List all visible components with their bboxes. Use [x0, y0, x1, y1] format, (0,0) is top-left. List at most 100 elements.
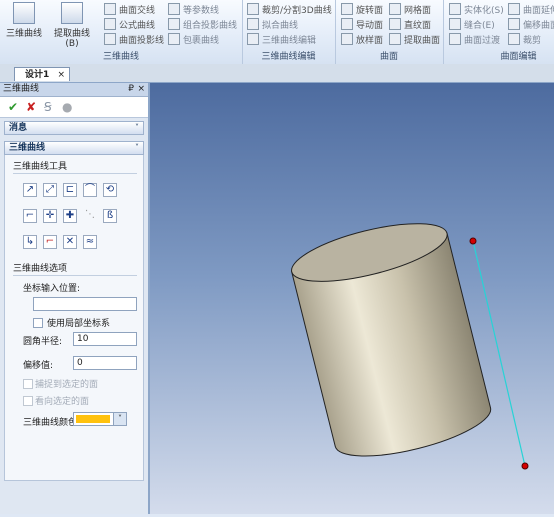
surface-intersection-button[interactable]: 曲面交线 [104, 3, 155, 17]
surface-projection-button[interactable]: 曲面投影线 [104, 33, 164, 47]
offset-surface-button[interactable]: 偏移曲面 [508, 18, 554, 32]
fit-curve-button[interactable]: 拟合曲线 [247, 18, 298, 32]
point-tool-icon[interactable]: ✛ [43, 209, 57, 223]
mesh-surface-button[interactable]: 网格面 [389, 3, 431, 17]
view-face-label: 看向选定的面 [35, 397, 90, 407]
snap-to-face-label: 捕捉到选定的面 [35, 380, 99, 390]
arc-tool-icon[interactable]: ⌒ [83, 183, 97, 197]
ribbon-group-label: 曲面 [379, 52, 398, 62]
divider [13, 173, 137, 174]
chevron-down-icon: ˅ [135, 123, 139, 132]
polyline-tool-icon[interactable]: ⊏ [63, 183, 77, 197]
iso-param-icon [168, 3, 180, 15]
close-tab-icon[interactable]: × [57, 68, 65, 82]
chevron-down-icon[interactable]: ˅ [113, 413, 126, 425]
project-tool-icon[interactable]: ↳ [23, 235, 37, 249]
intersection-icon [104, 3, 116, 15]
3d-viewport[interactable] [150, 83, 554, 514]
fit-curve-icon [247, 18, 259, 30]
extract-curve-icon [61, 2, 83, 24]
cylinder-solid[interactable] [286, 212, 495, 468]
spline-tool-icon[interactable]: ß [103, 209, 117, 223]
ribbon-group-curve-edit: 裁剪/分割3D曲线 拟合曲线 三维曲线编辑 三维曲线编辑 [242, 0, 336, 64]
trim-split-curve-button[interactable]: 裁剪/分割3D曲线 [247, 3, 332, 17]
wrap-icon [168, 33, 180, 45]
sweep-surface-button[interactable]: 导动面 [341, 18, 383, 32]
revolve-surface-button[interactable]: 旋转面 [341, 3, 383, 17]
iso-parameter-button[interactable]: 等参数线 [168, 3, 219, 17]
message-section-header[interactable]: 消息 ˅ [4, 121, 144, 135]
close-panel-icon[interactable]: × [137, 83, 145, 96]
use-local-cs-checkbox[interactable] [33, 318, 43, 328]
ok-icon[interactable]: ✔ [8, 100, 18, 114]
sweep-icon [341, 18, 353, 30]
help-icon[interactable]: ● [62, 100, 72, 114]
tab-design-1[interactable]: 设计1 × [14, 67, 70, 81]
edit-curve-button[interactable]: 三维曲线编辑 [247, 33, 316, 47]
segment-tool-icon[interactable]: ⤢ [43, 183, 57, 197]
scissors-icon [508, 33, 520, 45]
options-group-label: 三维曲线选项 [13, 264, 68, 274]
offset-curve-tool-icon[interactable]: ⌐ [43, 235, 57, 249]
pin-icon[interactable]: ₽ [128, 83, 134, 96]
3d-curve-section-header[interactable]: 三维曲线 ˅ [4, 141, 144, 155]
extract-surface-button[interactable]: 提取曲面 [389, 33, 440, 47]
trim-surface-button[interactable]: 裁剪 [508, 33, 541, 47]
wrap-curve-button[interactable]: 包裹曲线 [168, 33, 219, 47]
extend-icon [508, 3, 520, 15]
solidify-icon [449, 3, 461, 15]
document-tab-strip: 设计1 × [0, 64, 554, 83]
ribbon-group-surface: 旋转面 导动面 放样面 网格面 直纹面 提取曲面 曲面 [335, 0, 444, 64]
chevron-up-icon: ˅ [135, 143, 139, 152]
trim-tool-icon[interactable]: ✕ [63, 235, 77, 249]
view-face-checkbox[interactable] [23, 396, 33, 406]
surface-blend-button[interactable]: 曲面过渡 [449, 33, 500, 47]
curve-start-point[interactable] [469, 237, 477, 245]
ribbon-group-label: 三维曲线 [102, 52, 139, 62]
ribbon-group-3d-curve: 三维曲线 提取曲线(B) 曲面交线 公式曲线 曲面投影线 等参数线 组合投影曲线… [0, 0, 243, 64]
coord-input-field[interactable] [33, 297, 137, 311]
curve-color-picker[interactable]: ˅ [73, 412, 127, 426]
mesh-icon [389, 3, 401, 15]
3d-scene[interactable] [150, 83, 554, 514]
offset-icon [508, 18, 520, 30]
3d-curve-line[interactable] [472, 240, 526, 467]
edit-tool-icon[interactable]: ≈ [83, 235, 97, 249]
formula-curve-button[interactable]: 公式曲线 [104, 18, 155, 32]
panel-title: 三维曲线 [3, 84, 40, 94]
dotted-line-tool-icon[interactable]: ⋱ [83, 209, 97, 223]
fillet-tool-icon[interactable]: ⌐ [23, 209, 37, 223]
stitch-icon [449, 18, 461, 30]
3d-curve-icon [13, 2, 35, 24]
cancel-icon[interactable]: ✘ [26, 100, 36, 114]
ribbon-group-label: 曲面编辑 [500, 52, 537, 62]
surface-extend-button[interactable]: 曲面延伸 [508, 3, 554, 17]
3d-curve-section-body: 三维曲线工具 ↗ ⤢ ⊏ ⌒ ⟲ ⌐ ✛ ✚ ⋱ ß ↳ ⌐ ✕ ≈ 三维曲线选… [4, 155, 144, 481]
offset-input[interactable]: 0 [73, 356, 137, 370]
preview-icon[interactable]: Ꞩ [44, 100, 52, 114]
edit-curve-icon [247, 33, 259, 45]
loft-icon [341, 33, 353, 45]
circle-tool-icon[interactable]: ⟲ [103, 183, 117, 197]
stitch-button[interactable]: 缝合(E) [449, 18, 495, 32]
curve-color-label: 三维曲线颜色 [23, 418, 78, 428]
coord-input-label: 坐标输入位置: [23, 284, 81, 294]
formula-icon [104, 18, 116, 30]
ruled-surface-button[interactable]: 直纹面 [389, 18, 431, 32]
property-panel: 三维曲线 ₽ × ✔ ✘ Ꞩ ● 消息 ˅ 三维曲线 ˅ 三维曲线工具 ↗ ⤢ … [0, 83, 150, 514]
tools-group-label: 三维曲线工具 [13, 162, 68, 172]
line-tool-icon[interactable]: ↗ [23, 183, 37, 197]
solidify-button[interactable]: 实体化(S) [449, 3, 504, 17]
3d-curve-button[interactable]: 三维曲线 [4, 2, 44, 39]
combine-icon [168, 18, 180, 30]
ribbon-group-surface-edit: 实体化(S) 缝合(E) 曲面过渡 曲面延伸 偏移曲面 裁剪 曲面编辑 [443, 0, 554, 64]
panel-title-bar: 三维曲线 ₽ × [0, 83, 148, 97]
combined-projection-button[interactable]: 组合投影曲线 [168, 18, 237, 32]
curve-end-point[interactable] [521, 462, 529, 470]
extract-curve-button[interactable]: 提取曲线(B) [48, 2, 96, 49]
snap-to-face-checkbox[interactable] [23, 379, 33, 389]
color-swatch [76, 415, 110, 423]
intersect-point-tool-icon[interactable]: ✚ [63, 209, 77, 223]
loft-surface-button[interactable]: 放样面 [341, 33, 383, 47]
fillet-radius-input[interactable]: 10 [73, 332, 137, 346]
